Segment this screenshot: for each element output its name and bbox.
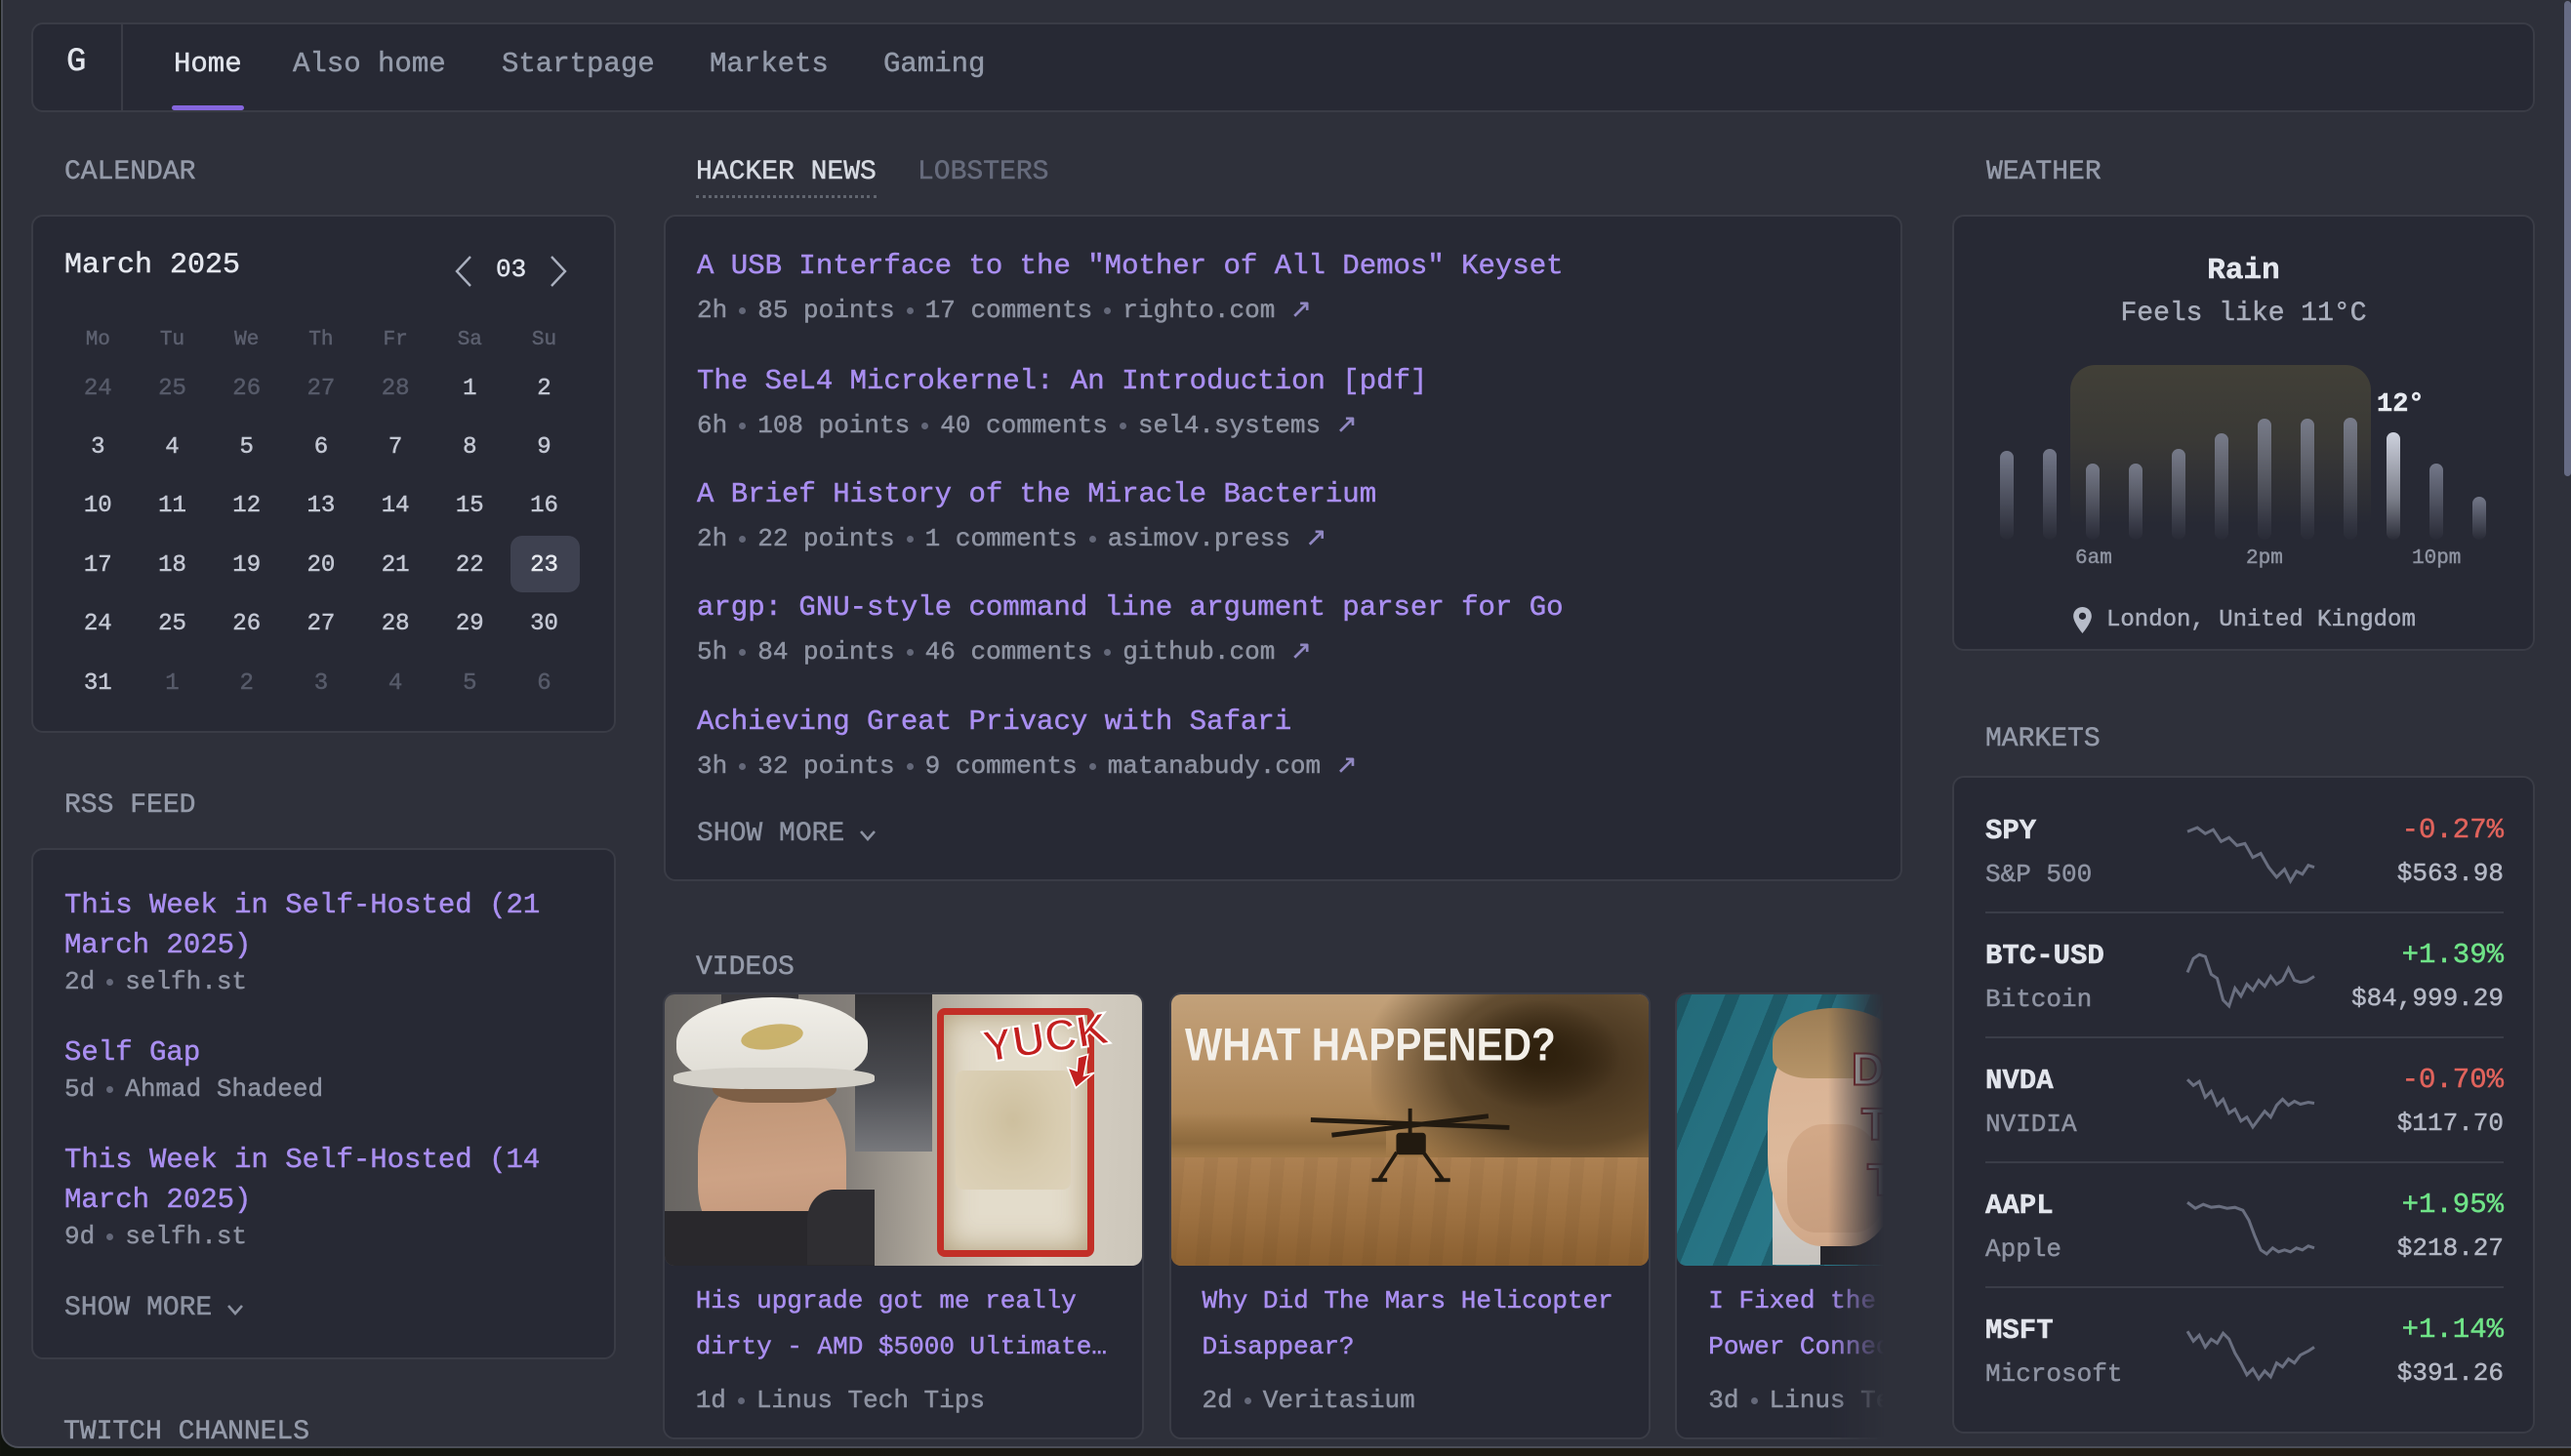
svg-text:TH: TH — [1861, 1099, 1902, 1150]
svg-text:DO: DO — [1852, 1043, 1902, 1094]
svg-text:T: T — [1868, 1154, 1896, 1205]
svg-text:YUCK: YUCK — [980, 1002, 1113, 1072]
svg-text:WHAT HAPPENED?: WHAT HAPPENED? — [1185, 1020, 1556, 1072]
